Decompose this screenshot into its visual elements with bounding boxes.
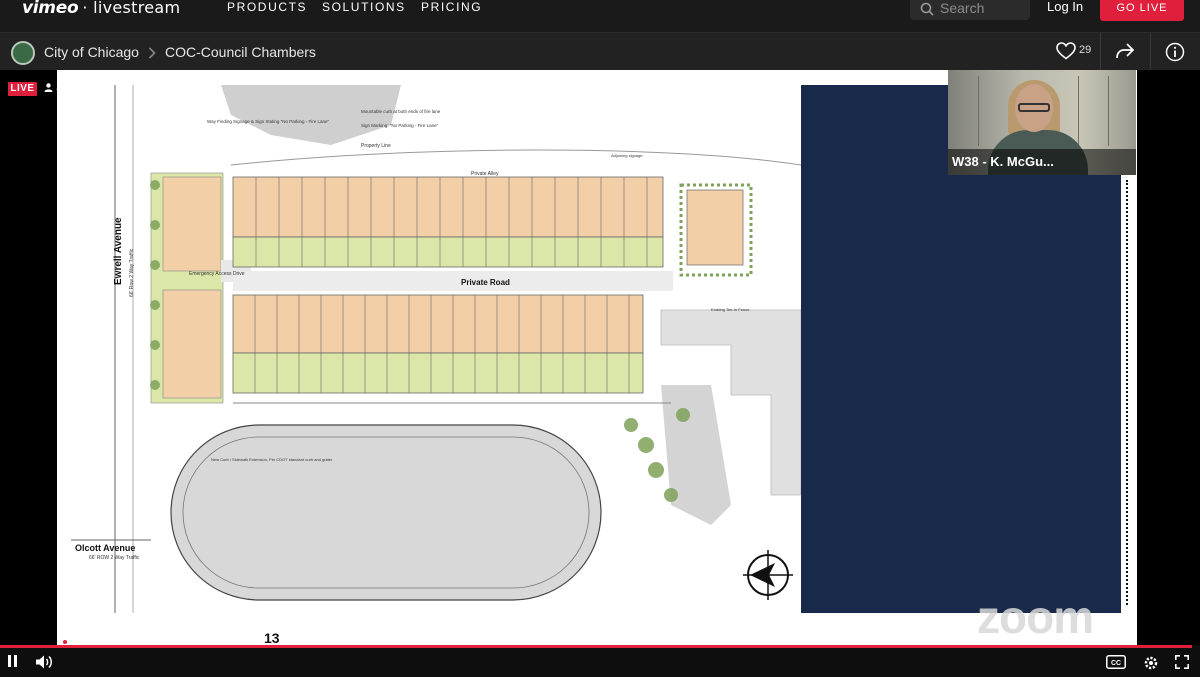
divider: [1100, 33, 1101, 71]
left-units: [150, 172, 224, 404]
vimeo-livestream-logo[interactable]: vimeo · livestream: [22, 0, 180, 18]
pause-icon[interactable]: [7, 655, 19, 667]
upper-block: [232, 176, 664, 268]
divider: [1150, 33, 1151, 71]
settings-icon[interactable]: [1143, 655, 1159, 671]
go-live-button[interactable]: GO LIVE: [1100, 0, 1184, 21]
viewer-count-value: 37: [56, 82, 69, 94]
volume-icon[interactable]: [36, 655, 53, 669]
svg-text:CC: CC: [1111, 660, 1121, 667]
sidewalk-note-label: New Curb / Sidewalk Extension, Per CDOT …: [211, 457, 333, 462]
live-badge: LIVE: [8, 82, 37, 96]
like-count: 29: [1079, 44, 1092, 56]
viewer-count: 37: [44, 82, 68, 94]
top-nav: vimeo · livestream PRODUCTS SOLUTIONS PRI…: [0, 0, 1200, 32]
heart-icon[interactable]: [1056, 42, 1076, 60]
street-bottom-label: Olcott Avenue: [75, 543, 135, 553]
lower-block: [232, 294, 644, 394]
participant-glasses: [1018, 103, 1050, 112]
search-input[interactable]: Search: [910, 0, 1030, 20]
north-arrow: [743, 550, 793, 600]
existing-fence-label: Existing Tee-In Fence: [711, 307, 750, 312]
info-icon[interactable]: [1165, 42, 1185, 62]
emergency-drive-label: Emergency Access Drive: [189, 271, 245, 277]
brand-name: vimeo: [22, 0, 79, 18]
channel-bar: City of Chicago COC-Council Chambers 29: [0, 32, 1200, 71]
sign-marking-label: Sign Marking: "No Parking - Fire Lane": [361, 123, 439, 128]
captions-icon[interactable]: CC: [1106, 655, 1126, 669]
window-pane: [978, 76, 979, 146]
login-link[interactable]: Log In: [1047, 0, 1083, 14]
participant-name: W38 - K. McGu...: [948, 149, 1136, 175]
dotted-line: [1126, 180, 1128, 605]
share-icon[interactable]: [1115, 42, 1135, 60]
property-line-label: Property Line: [361, 143, 391, 149]
brand-sub: · livestream: [82, 0, 181, 17]
private-alley-label: Private Alley: [471, 171, 499, 177]
nav-pricing[interactable]: PRICING: [421, 0, 482, 14]
site-plan: Ewrell Avenue 66' Row 2 Way Traffic Olco…: [71, 85, 801, 613]
progress-bar[interactable]: [0, 645, 1192, 648]
viewer-icon: [44, 83, 53, 92]
search-placeholder: Search: [940, 0, 985, 16]
street-left-sublabel: 66' Row 2 Way Traffic: [129, 248, 135, 297]
street-bottom-sublabel: 66' ROW 2 Way Traffic: [89, 555, 140, 561]
chevron-right-icon: [148, 47, 156, 59]
zoom-watermark: zoom: [977, 591, 1094, 643]
private-road-label: Private Road: [461, 278, 510, 287]
slide-page-number: 13: [264, 630, 280, 645]
site-plan-drawing: Ewrell Avenue 66' Row 2 Way Traffic Olco…: [71, 85, 801, 613]
progress-marker: [63, 640, 67, 644]
breadcrumb-org[interactable]: City of Chicago: [44, 44, 139, 60]
mountable-curb-label: Mountable curb at both ends of fire lane: [361, 109, 441, 114]
wayfinding-label: Way Finding Signage & Sign Stating "No P…: [207, 119, 329, 124]
nav-products[interactable]: PRODUCTS: [227, 0, 307, 14]
video-stage[interactable]: Ewrell Avenue 66' Row 2 Way Traffic Olco…: [0, 70, 1200, 645]
fullscreen-icon[interactable]: [1175, 655, 1189, 669]
participant-thumbnail[interactable]: W38 - K. McGu...: [948, 70, 1136, 175]
player-controls: CC: [0, 640, 1200, 677]
window-pane: [1108, 76, 1109, 146]
search-icon: [920, 2, 934, 16]
city-seal-avatar[interactable]: [11, 41, 35, 65]
breadcrumb-event: COC-Council Chambers: [165, 44, 316, 60]
street-left-label: Ewrell Avenue: [113, 217, 124, 285]
window-pane: [1078, 76, 1079, 146]
nav-solutions[interactable]: SOLUTIONS: [322, 0, 406, 14]
adjoining-signage-label: Adjoining signage: [611, 153, 643, 158]
